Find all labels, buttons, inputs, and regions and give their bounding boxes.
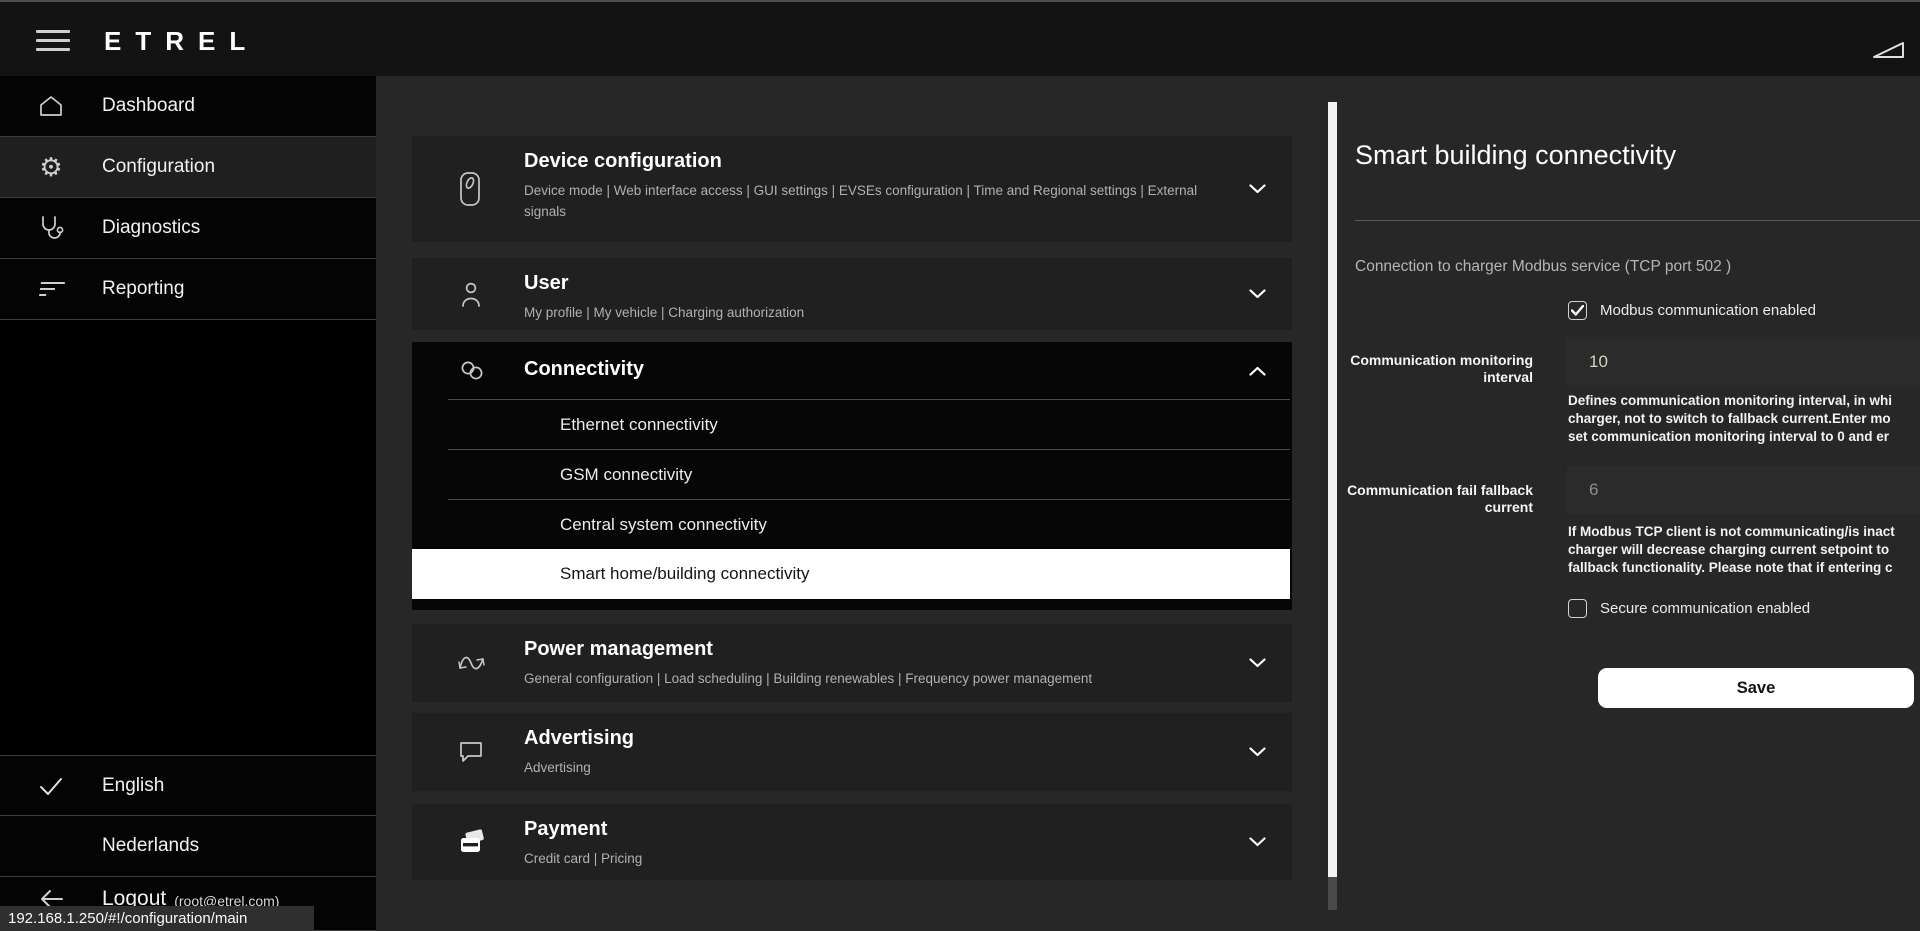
credit-card-icon xyxy=(458,829,486,855)
secure-communication-checkbox-row[interactable]: Secure communication enabled xyxy=(1568,599,1810,618)
section-user[interactable]: User My profile | My vehicle | Charging … xyxy=(412,258,1292,330)
url-status-tooltip: 192.168.1.250/#!/configuration/main xyxy=(0,906,314,931)
sidebar: Dashboard ⚙ Configuration Diagnostics xyxy=(0,76,376,931)
connectivity-header[interactable]: Connectivity xyxy=(412,342,1292,399)
section-title: User xyxy=(524,272,568,295)
wave-icon xyxy=(458,652,486,674)
sidebar-item-reporting[interactable]: Reporting xyxy=(0,259,376,320)
section-title: Power management xyxy=(524,638,713,661)
section-subtitle: General configuration | Load scheduling … xyxy=(524,668,1092,689)
user-icon xyxy=(458,280,484,308)
sidebar-item-label: Dashboard xyxy=(102,95,195,117)
communication-fail-fallback-current-help: If Modbus TCP client is not communicatin… xyxy=(1568,523,1920,577)
sidebar-item-diagnostics[interactable]: Diagnostics xyxy=(0,198,376,259)
check-icon xyxy=(34,775,68,797)
chat-bubble-icon xyxy=(458,740,484,764)
panel-divider xyxy=(1355,220,1920,221)
section-title: Connectivity xyxy=(524,358,644,381)
report-icon xyxy=(34,280,68,298)
communication-fail-fallback-current-input[interactable]: 6 xyxy=(1567,466,1920,514)
signal-triangle-icon[interactable] xyxy=(1872,40,1906,60)
sidebar-item-dashboard[interactable]: Dashboard xyxy=(0,76,376,137)
chevron-down-icon[interactable] xyxy=(1249,837,1266,847)
section-connectivity: Connectivity Ethernet connectivity GSM c… xyxy=(412,342,1292,610)
section-title: Device configuration xyxy=(524,150,722,173)
gear-icon: ⚙ xyxy=(34,154,68,180)
sidebar-item-label: Configuration xyxy=(102,156,215,178)
app-window: ETREL Dashboard ⚙ Configuration Diag xyxy=(0,0,1920,931)
section-advertising[interactable]: Advertising Advertising xyxy=(412,713,1292,791)
etrel-logo: ETREL xyxy=(104,26,259,57)
link-icon xyxy=(458,359,486,383)
connectivity-item-smart-home-building[interactable]: Smart home/building connectivity xyxy=(412,549,1290,599)
chevron-down-icon[interactable] xyxy=(1249,289,1266,299)
menu-icon[interactable] xyxy=(36,30,70,52)
section-subtitle: Device mode | Web interface access | GUI… xyxy=(524,180,1224,222)
chevron-down-icon[interactable] xyxy=(1249,658,1266,668)
communication-monitoring-interval-input[interactable]: 10 xyxy=(1567,337,1920,387)
connectivity-item-gsm[interactable]: GSM connectivity xyxy=(448,449,1290,499)
scrollbar-track-remainder xyxy=(1328,877,1337,910)
communication-fail-fallback-current-label: Communication fail fallback current xyxy=(1333,482,1533,516)
secure-checkbox-label: Secure communication enabled xyxy=(1600,600,1810,617)
communication-monitoring-interval-help: Defines communication monitoring interva… xyxy=(1568,392,1920,446)
modbus-communication-checkbox-row[interactable]: Modbus communication enabled xyxy=(1568,301,1816,320)
panel-title: Smart building connectivity xyxy=(1355,140,1676,171)
section-title: Payment xyxy=(524,818,607,841)
chevron-down-icon[interactable] xyxy=(1249,184,1266,194)
communication-monitoring-interval-label: Communication monitoring interval xyxy=(1333,352,1533,386)
language-label: English xyxy=(102,775,164,797)
chevron-up-icon[interactable] xyxy=(1249,366,1266,376)
section-payment[interactable]: Payment Credit card | Pricing xyxy=(412,804,1292,880)
device-icon xyxy=(458,170,482,208)
language-item-english[interactable]: English xyxy=(0,755,376,816)
section-device-configuration[interactable]: Device configuration Device mode | Web i… xyxy=(412,136,1292,242)
top-bar: ETREL xyxy=(0,0,1920,76)
section-subtitle: My profile | My vehicle | Charging autho… xyxy=(524,302,804,323)
stethoscope-icon xyxy=(34,214,68,242)
secure-communication-checkbox[interactable] xyxy=(1568,599,1587,618)
sidebar-item-label: Reporting xyxy=(102,278,184,300)
language-label: Nederlands xyxy=(102,835,199,857)
home-icon xyxy=(34,94,68,118)
panel-subtitle: Connection to charger Modbus service (TC… xyxy=(1355,258,1731,276)
section-subtitle: Advertising xyxy=(524,757,591,778)
sidebar-item-label: Diagnostics xyxy=(102,217,200,239)
section-power-management[interactable]: Power management General configuration |… xyxy=(412,624,1292,702)
sidebar-item-configuration[interactable]: ⚙ Configuration xyxy=(0,137,376,198)
sidebar-bottom: English Nederlands Logout (root@etrel.co… xyxy=(0,755,376,931)
save-button[interactable]: Save xyxy=(1598,668,1914,708)
modbus-checkbox-label: Modbus communication enabled xyxy=(1600,302,1816,319)
language-item-nederlands[interactable]: Nederlands xyxy=(0,816,376,877)
chevron-down-icon[interactable] xyxy=(1249,747,1266,757)
connectivity-item-central-system[interactable]: Central system connectivity xyxy=(448,499,1290,549)
modbus-communication-checkbox[interactable] xyxy=(1568,301,1587,320)
section-title: Advertising xyxy=(524,727,634,750)
connectivity-item-ethernet[interactable]: Ethernet connectivity xyxy=(448,399,1290,449)
section-subtitle: Credit card | Pricing xyxy=(524,848,642,869)
